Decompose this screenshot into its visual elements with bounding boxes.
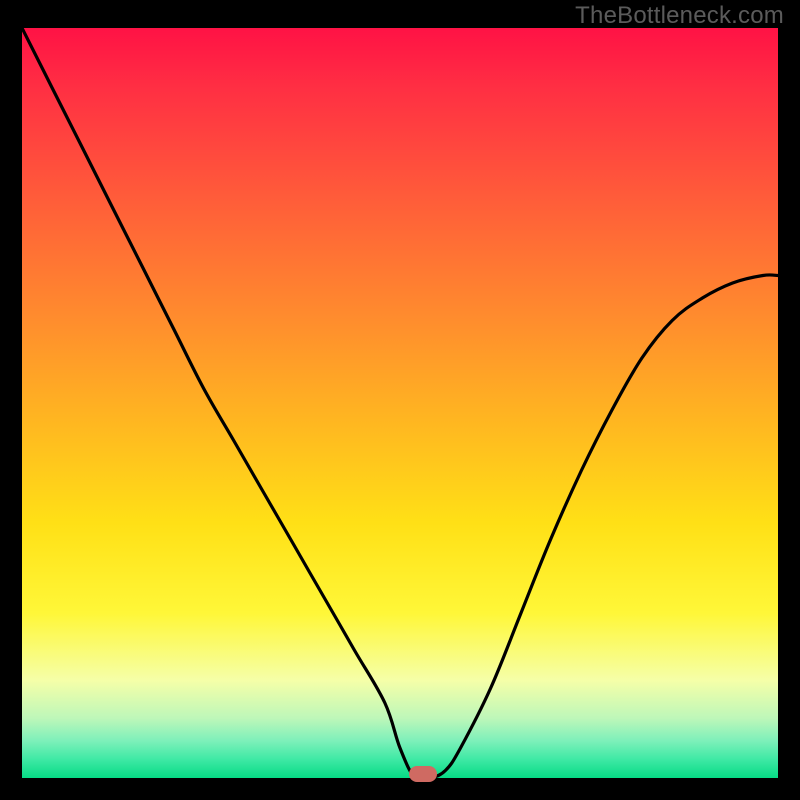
watermark-label: TheBottleneck.com	[575, 2, 784, 30]
minimum-marker	[409, 766, 437, 782]
chart-frame: TheBottleneck.com	[0, 0, 800, 800]
plot-area	[22, 28, 778, 778]
bottleneck-curve	[22, 28, 778, 778]
